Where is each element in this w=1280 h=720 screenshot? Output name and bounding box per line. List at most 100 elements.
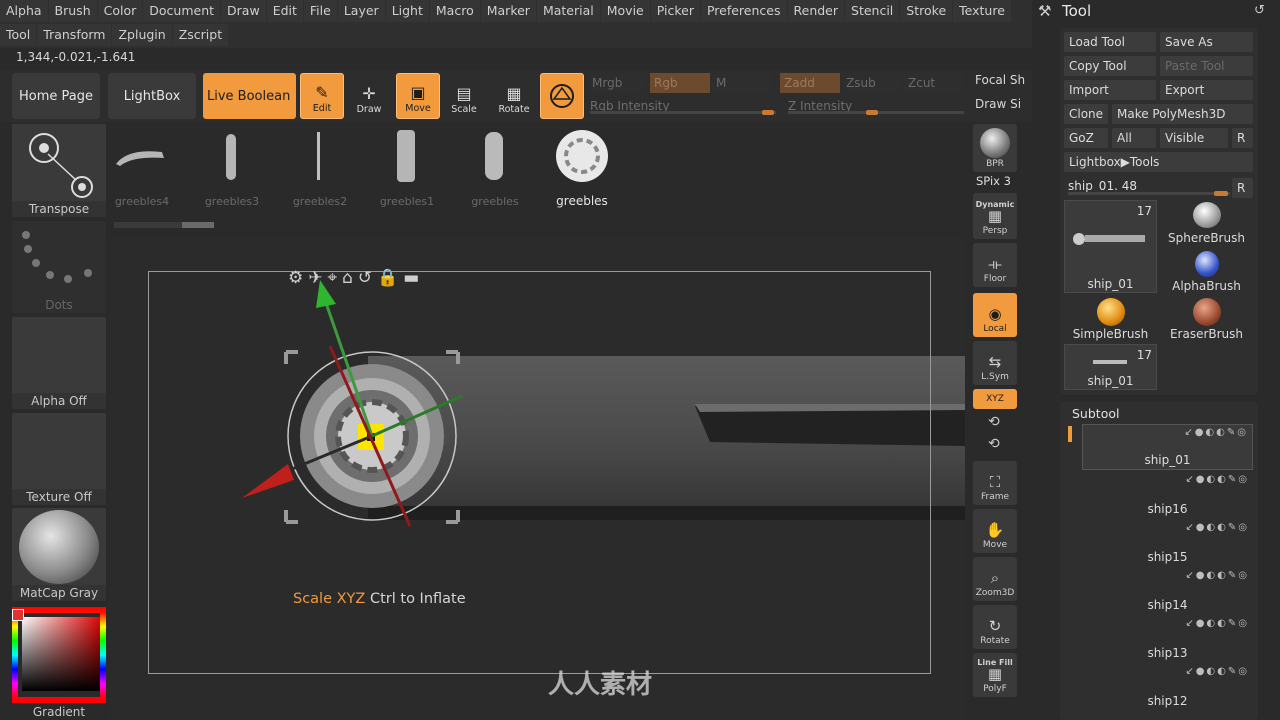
menu-marker[interactable]: Marker — [480, 0, 536, 22]
pin-icon[interactable]: ✈ — [308, 268, 327, 288]
subtool-item-ship12[interactable]: ↙●◐◐✎◎ ship12 — [1082, 664, 1253, 710]
menu-stencil[interactable]: Stencil — [845, 0, 900, 22]
greebles-thumb-selected[interactable]: greebles — [542, 126, 622, 216]
import-button[interactable]: Import — [1064, 80, 1156, 100]
menu-zplugin[interactable]: Zplugin — [112, 24, 172, 46]
rotate-button[interactable]: ▦ Rotate — [492, 73, 536, 119]
polyf-button[interactable]: Line Fill ▦ PolyF — [973, 653, 1017, 697]
all-button[interactable]: All — [1112, 128, 1156, 148]
gear-icon[interactable]: ⚙ — [288, 268, 308, 288]
location-pin-icon[interactable]: ⌖ — [328, 268, 343, 288]
rotate-axis-y-icon[interactable]: ⟲ — [988, 414, 1000, 430]
floor-button[interactable]: ⟛ Floor — [973, 243, 1017, 287]
tool-slider-knob[interactable] — [1214, 191, 1228, 196]
lsym-button[interactable]: ⇆ L.Sym — [973, 341, 1017, 385]
greebles4-thumb[interactable]: greebles4 — [102, 126, 182, 216]
mrgb-toggle[interactable]: Mrgb — [588, 73, 646, 93]
goz-button[interactable]: GoZ — [1064, 128, 1108, 148]
m-toggle[interactable]: M — [712, 73, 772, 93]
r-button-2[interactable]: R — [1232, 178, 1253, 198]
rgb-intensity-slider[interactable]: Rgb Intensity — [590, 95, 776, 117]
menu-transform[interactable]: Transform — [37, 24, 112, 46]
visible-button[interactable]: Visible — [1160, 128, 1228, 148]
reset-panel-icon[interactable]: ↺ — [1254, 3, 1265, 18]
home-icon[interactable]: ⌂ — [342, 268, 358, 288]
subtool-item-ship15[interactable]: ↙●◐◐✎◎ ship15 — [1082, 520, 1253, 566]
export-button[interactable]: Export — [1160, 80, 1253, 100]
menu-texture[interactable]: Texture — [953, 0, 1011, 22]
subtool-row-controls-6[interactable]: ↙●◐◐✎◎ — [1185, 666, 1249, 677]
tool-tile-alphabrush[interactable]: AlphaBrush — [1160, 248, 1253, 294]
menu-document[interactable]: Document — [143, 0, 221, 22]
subtool-row-controls-5[interactable]: ↙●◐◐✎◎ — [1185, 618, 1249, 629]
tool-tile-ship01-b[interactable]: 17 ship_01 — [1064, 344, 1157, 390]
subtool-row-controls-2[interactable]: ↙●◐◐✎◎ — [1185, 474, 1249, 485]
menu-brush[interactable]: Brush — [48, 0, 97, 22]
edit-button[interactable]: ✎ Edit — [300, 73, 344, 119]
lock-icon[interactable]: 🔒 — [377, 268, 403, 288]
load-tool-button[interactable]: Load Tool — [1064, 32, 1156, 52]
frame-button[interactable]: ⛶ Frame — [973, 461, 1017, 505]
menu-preferences[interactable]: Preferences — [700, 0, 787, 22]
bpr-button[interactable]: BPR — [973, 124, 1017, 172]
gizmo-toggle-button[interactable] — [540, 73, 584, 119]
local-button[interactable]: ◉ Local — [973, 293, 1017, 337]
copy-tool-button[interactable]: Copy Tool — [1064, 56, 1156, 76]
draw-button[interactable]: ✛ Draw — [347, 73, 391, 119]
tool-tile-eraserbrush[interactable]: EraserBrush — [1160, 296, 1253, 342]
material-slot[interactable]: MatCap Gray — [12, 508, 106, 601]
home-page-button[interactable]: Home Page — [12, 73, 100, 119]
reset-icon[interactable]: ↺ — [358, 268, 377, 288]
thumb-scrollbar[interactable] — [114, 222, 214, 228]
alpha-slot[interactable]: Alpha Off — [12, 317, 106, 409]
save-as-button[interactable]: Save As — [1160, 32, 1253, 52]
menu-stroke[interactable]: Stroke — [900, 0, 953, 22]
live-boolean-button[interactable]: Live Boolean — [203, 73, 296, 119]
minus-icon[interactable]: ▬ — [403, 268, 424, 288]
subtool-row-controls-1[interactable]: ↙●◐◐✎◎ — [1184, 427, 1248, 438]
transpose-brush-slot[interactable]: Transpose — [12, 124, 106, 217]
dots-stroke-slot[interactable]: Dots — [12, 221, 106, 313]
spix-slider[interactable]: SPix 3 — [976, 174, 1011, 188]
make-polymesh-button[interactable]: Make PolyMesh3D — [1112, 104, 1253, 124]
subtool-row-controls-4[interactable]: ↙●◐◐✎◎ — [1185, 570, 1249, 581]
move-view-button[interactable]: ✋ Move — [973, 509, 1017, 553]
menu-zscript[interactable]: Zscript — [172, 24, 229, 46]
paste-tool-button[interactable]: Paste Tool — [1160, 56, 1253, 76]
scale-button[interactable]: ▤ Scale — [442, 73, 486, 119]
lightbox-button[interactable]: LightBox — [108, 73, 196, 119]
gizmo-options-bar[interactable]: ⚙✈⌖⌂↺🔒▬ — [288, 268, 424, 288]
menu-draw[interactable]: Draw — [221, 0, 266, 22]
zadd-toggle[interactable]: Zadd — [780, 73, 840, 93]
rgb-toggle[interactable]: Rgb — [650, 73, 710, 93]
menu-movie[interactable]: Movie — [600, 0, 650, 22]
tool-tile-simplebrush[interactable]: SimpleBrush — [1064, 296, 1157, 342]
tool-slider[interactable]: ship_01. 48 — [1068, 176, 1230, 196]
menu-material[interactable]: Material — [536, 0, 600, 22]
primary-color-swatch[interactable] — [12, 609, 24, 621]
greebles1-thumb[interactable]: greebles1 — [367, 126, 447, 216]
focal-shift-slider[interactable]: Focal Sh — [975, 73, 1025, 87]
subtool-row-controls-3[interactable]: ↙●◐◐✎◎ — [1185, 522, 1249, 533]
menu-light[interactable]: Light — [385, 0, 429, 22]
zcut-toggle[interactable]: Zcut — [904, 73, 964, 93]
tool-tile-ship01[interactable]: 17 ship_01 — [1064, 200, 1157, 293]
menu-edit[interactable]: Edit — [266, 0, 303, 22]
subtool-item-ship13[interactable]: ↙●◐◐✎◎ ship13 — [1082, 616, 1253, 662]
zsub-toggle[interactable]: Zsub — [842, 73, 902, 93]
move-button[interactable]: ▣ Move — [396, 73, 440, 119]
z-intensity-slider[interactable]: Z Intensity — [788, 95, 964, 117]
menu-macro[interactable]: Macro — [429, 0, 480, 22]
menu-render[interactable]: Render — [787, 0, 845, 22]
tool-tile-spherebrush[interactable]: SphereBrush — [1160, 200, 1253, 246]
greebles2-thumb[interactable]: greebles2 — [280, 126, 360, 216]
subtool-scroll-handle[interactable] — [1068, 426, 1072, 442]
menu-alpha[interactable]: Alpha — [0, 0, 48, 22]
rotate-axis-z-icon[interactable]: ⟲ — [988, 436, 1000, 452]
menu-color[interactable]: Color — [97, 0, 143, 22]
menu-picker[interactable]: Picker — [650, 0, 700, 22]
subtool-item-ship14[interactable]: ↙●◐◐✎◎ ship14 — [1082, 568, 1253, 614]
thumb-scrollbar-handle[interactable] — [182, 222, 214, 228]
color-picker[interactable]: Gradient — [12, 605, 106, 720]
clone-button[interactable]: Clone — [1064, 104, 1108, 124]
